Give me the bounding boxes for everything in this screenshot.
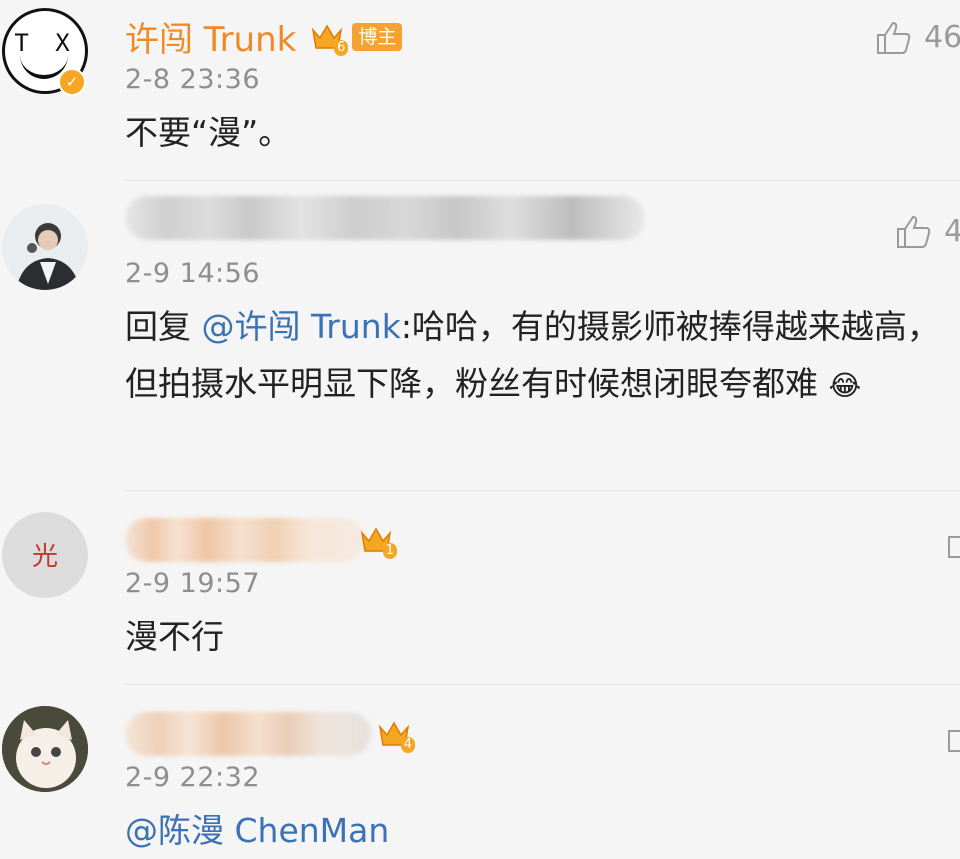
- comment-text: 回复 @许闯 Trunk:哈哈，有的摄影师被捧得越来越高，但拍摄水平明显下降，粉…: [125, 298, 956, 414]
- comment-text: @陈漫 ChenMan: [125, 802, 956, 859]
- avatar-letters: T X: [14, 29, 76, 57]
- thumbs-up-icon: [897, 215, 931, 248]
- like-button[interactable]: 46: [876, 20, 960, 55]
- comment-text: 漫不行: [125, 617, 224, 656]
- timestamp: 2-9 22:32: [125, 762, 260, 793]
- timestamp: 2-9 14:56: [125, 258, 260, 289]
- blurred-author-name[interactable]: [125, 196, 645, 240]
- divider: [125, 684, 960, 685]
- avatar[interactable]: [2, 204, 88, 290]
- timestamp: 2-8 23:36: [125, 64, 260, 95]
- comment-text: 不要“漫”。: [125, 113, 292, 152]
- crown-icon: 4: [377, 717, 415, 753]
- mention-link[interactable]: @许闯 Trunk: [202, 307, 401, 346]
- author-row: [125, 196, 645, 240]
- reply-prefix: 回复: [125, 307, 202, 346]
- crown-level: 6: [334, 39, 349, 56]
- divider: [125, 490, 960, 491]
- author-row: 4: [125, 712, 415, 756]
- blurred-author-name[interactable]: [125, 712, 371, 756]
- like-button[interactable]: [948, 730, 960, 752]
- laughing-emoji-icon: 😂: [828, 369, 862, 402]
- crown-icon: 6: [310, 20, 349, 56]
- blurred-author-name[interactable]: [125, 518, 365, 562]
- avatar[interactable]: 光: [2, 512, 88, 598]
- thumbs-up-icon: [877, 21, 911, 54]
- crown-level: 4: [400, 737, 415, 753]
- timestamp: 2-9 19:57: [125, 568, 260, 599]
- verified-icon: ✓: [58, 68, 86, 96]
- host-badge: 博主: [352, 22, 403, 51]
- divider: [125, 180, 960, 181]
- mention-link[interactable]: @陈漫 ChenMan: [125, 811, 389, 850]
- crown-icon: 1: [359, 523, 397, 559]
- author-name[interactable]: 许闯 Trunk: [125, 12, 296, 61]
- author-row: 1: [125, 518, 397, 562]
- avatar-character: 光: [31, 542, 58, 572]
- like-button[interactable]: 4: [896, 214, 960, 249]
- author-row: 许闯 Trunk 6 博主: [125, 12, 403, 61]
- like-button[interactable]: [948, 536, 960, 558]
- crown-level: 1: [382, 543, 397, 559]
- like-count: 46: [924, 20, 960, 55]
- like-count: 4: [944, 214, 960, 249]
- avatar[interactable]: [2, 706, 88, 792]
